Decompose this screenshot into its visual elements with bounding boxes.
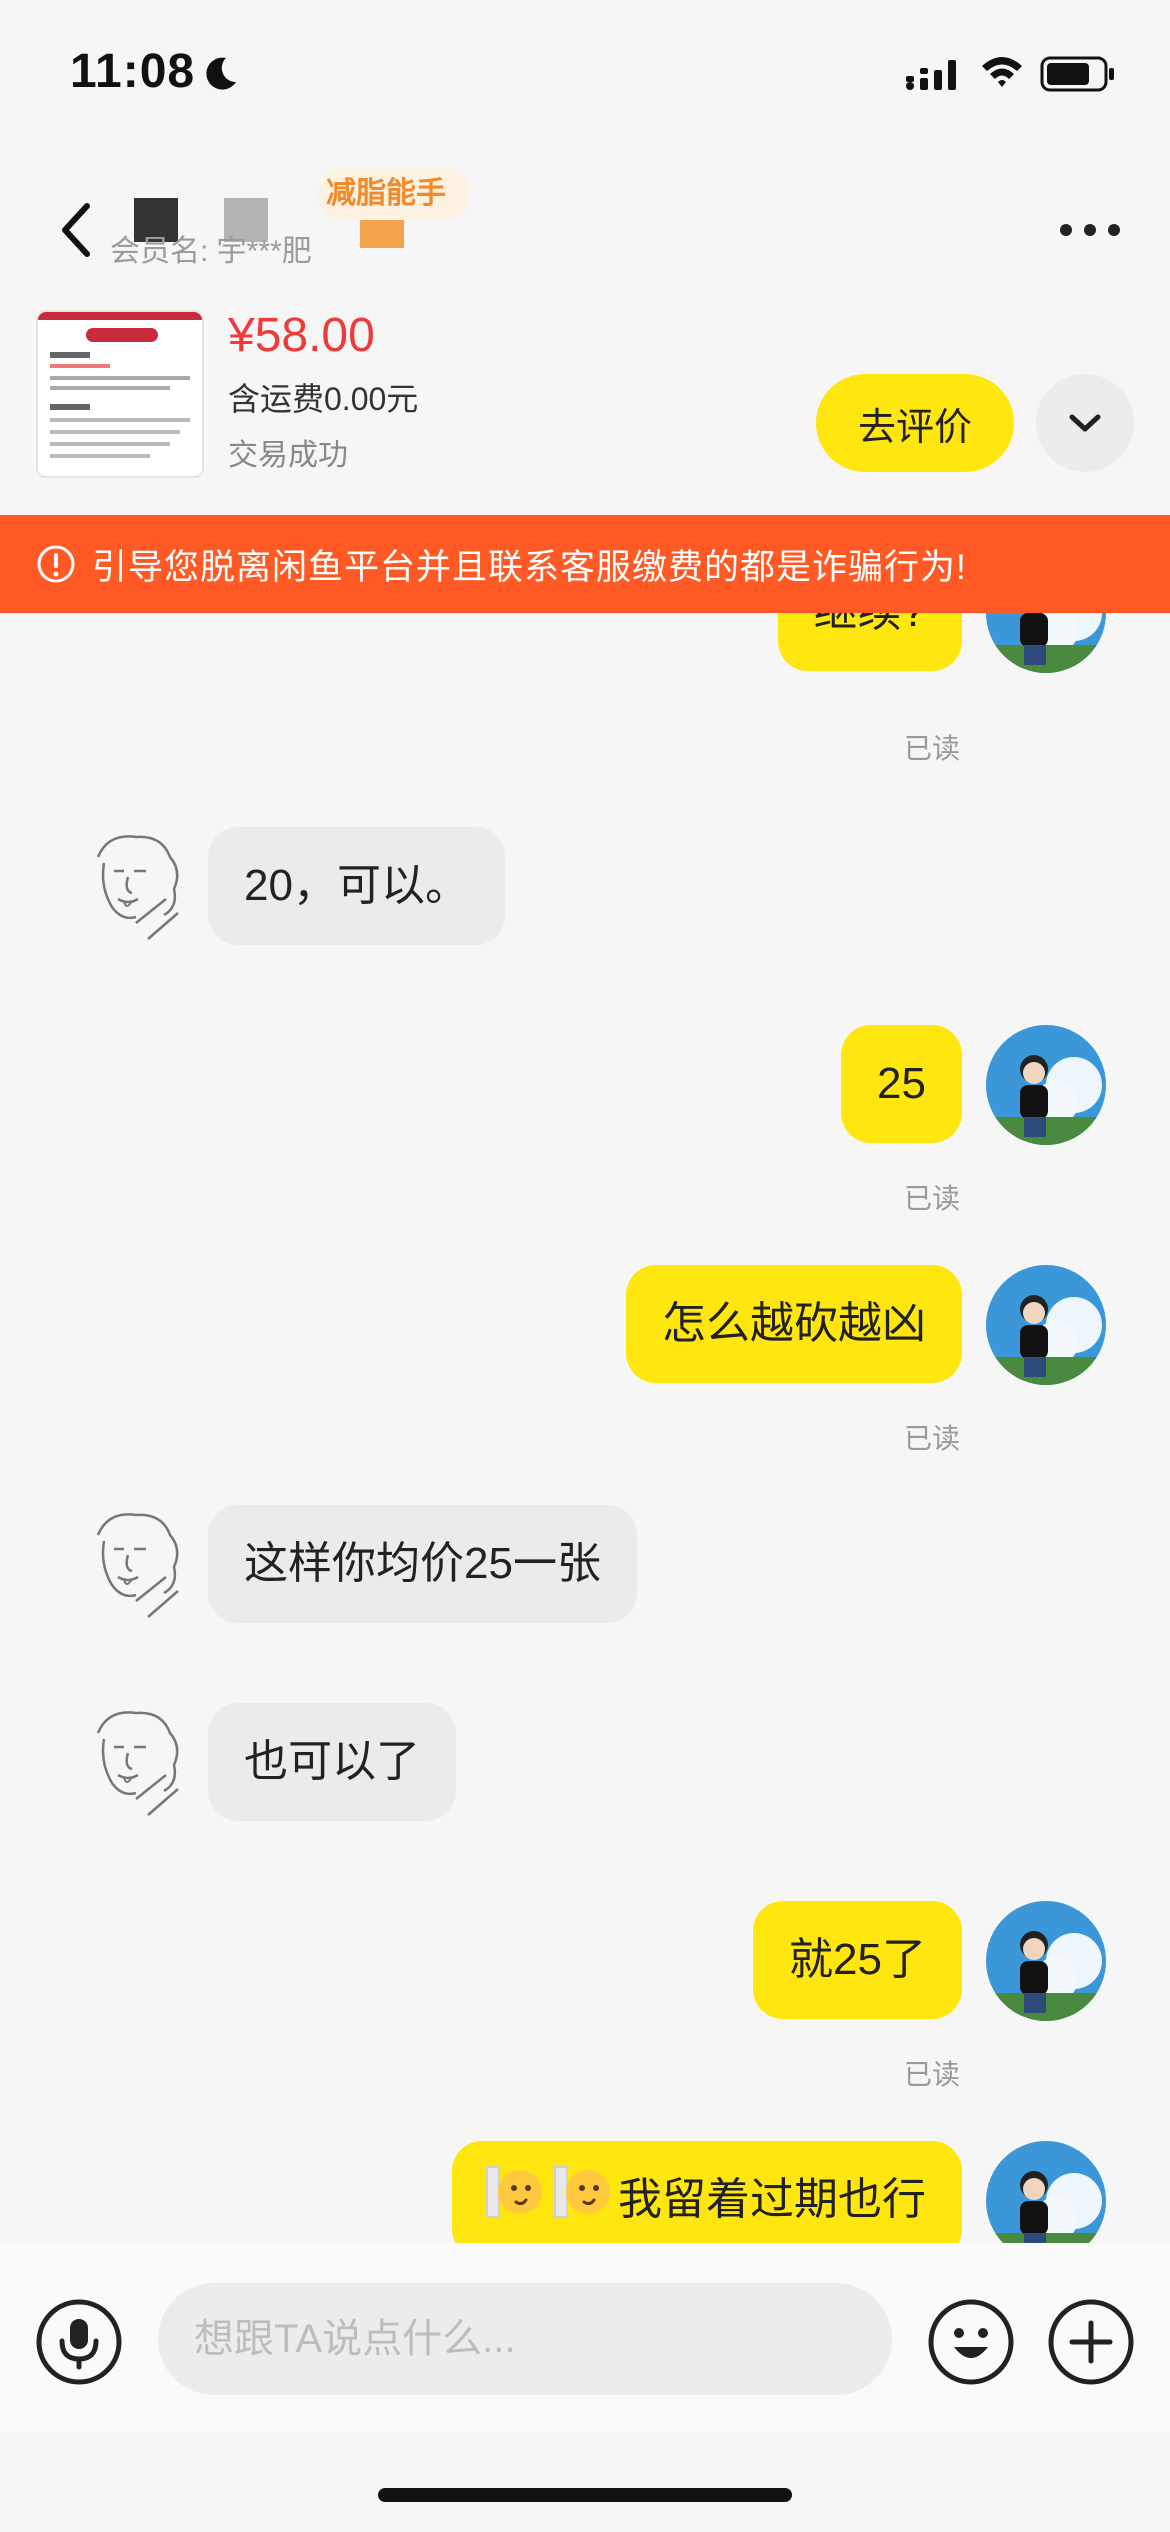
review-button[interactable]: 去评价 [816, 374, 1014, 472]
more-button[interactable] [1050, 200, 1130, 260]
microphone-icon [36, 2299, 122, 2385]
my-avatar-image [986, 613, 1106, 673]
message-row: 继续? 已读 [0, 613, 1170, 764]
my-avatar[interactable] [986, 613, 1106, 673]
message-bubble-outgoing[interactable]: 继续? [777, 613, 962, 671]
document-thumbnail-graphic [38, 312, 202, 476]
peek-emoji-icon [554, 2166, 610, 2218]
chat-message-list[interactable]: 继续? 已读 20，可以。 25 [0, 613, 1170, 2243]
warning-text: 引导您脱离闲鱼平台并且联系客服缴费的都是诈骗行为! [92, 547, 967, 587]
product-price: ¥58.00 [228, 309, 375, 362]
emoji-button[interactable] [928, 2299, 1014, 2385]
my-avatar-image [986, 2141, 1106, 2243]
home-indicator[interactable] [378, 2488, 792, 2502]
message-input-bar [0, 2243, 1170, 2433]
more-options-button[interactable] [1048, 2299, 1134, 2385]
my-avatar-image [986, 1025, 1106, 1145]
member-name: 会员名: 宇***肥 [110, 235, 312, 268]
read-receipt: 已读 [904, 1423, 961, 1454]
product-thumbnail[interactable] [36, 310, 204, 478]
product-card[interactable]: ¥58.00 含运费0.00元 交易成功 去评价 [0, 300, 1170, 515]
wifi-icon [982, 57, 1022, 87]
my-avatar[interactable] [986, 1901, 1106, 2021]
message-row: 就25了 已读 [0, 1901, 1170, 2090]
message-row: 这样你均价25一张 [0, 1505, 1170, 1635]
read-receipt: 已读 [904, 2059, 961, 2090]
message-text: 我留着过期也行 [618, 2175, 926, 2224]
status-time: 11:08 [70, 45, 196, 98]
my-avatar[interactable] [986, 2141, 1106, 2243]
trade-status: 交易成功 [228, 439, 348, 472]
warning-icon [37, 545, 75, 583]
read-receipt: 已读 [904, 1183, 961, 1214]
sketch-face-avatar-image [96, 835, 179, 940]
peek-emoji-icon [486, 2166, 542, 2218]
message-bubble-incoming[interactable]: 也可以了 [208, 1703, 456, 1821]
message-row: 25 已读 [0, 1025, 1170, 1214]
fraud-warning-banner: 引导您脱离闲鱼平台并且联系客服缴费的都是诈骗行为! [0, 515, 1170, 613]
seller-avatar[interactable] [78, 1703, 198, 1823]
more-dots-icon [1060, 224, 1120, 236]
message-bubble-incoming[interactable]: 20，可以。 [208, 827, 505, 945]
chat-header: 减脂能手 会员名: 宇***肥 [0, 150, 1170, 300]
message-row: 20，可以。 [0, 827, 1170, 957]
my-avatar-image [986, 1901, 1106, 2021]
sketch-face-avatar-image [96, 1711, 179, 1816]
message-bubble-outgoing[interactable]: 怎么越砍越凶 [626, 1265, 962, 1383]
message-row: 我留着过期也行 [0, 2141, 1170, 2243]
moon-icon [206, 57, 236, 90]
my-avatar-image [986, 1265, 1106, 1385]
seller-avatar[interactable] [78, 1505, 198, 1625]
sketch-face-avatar-image [96, 1513, 179, 1618]
message-input[interactable] [158, 2283, 892, 2395]
my-avatar[interactable] [986, 1265, 1106, 1385]
my-avatar[interactable] [986, 1025, 1106, 1145]
status-bar: 11:08 [0, 0, 1170, 150]
read-receipt: 已读 [904, 733, 961, 764]
voice-input-button[interactable] [36, 2299, 122, 2385]
back-button[interactable] [40, 180, 110, 280]
smiley-icon [928, 2299, 1014, 2385]
message-bubble-outgoing[interactable]: 25 [841, 1025, 962, 1143]
chevron-down-icon [1069, 414, 1101, 432]
battery-icon [1040, 56, 1114, 92]
signal-icon [906, 60, 956, 90]
seller-avatar[interactable] [78, 827, 198, 947]
message-bubble-outgoing[interactable]: 就25了 [753, 1901, 962, 2019]
expand-button[interactable] [1036, 374, 1134, 472]
message-bubble-outgoing[interactable]: 我留着过期也行 [452, 2141, 962, 2243]
message-row: 也可以了 [0, 1703, 1170, 1833]
message-bubble-incoming[interactable]: 这样你均价25一张 [208, 1505, 637, 1623]
plus-icon [1048, 2299, 1134, 2385]
seller-badge: 减脂能手 [318, 168, 470, 220]
message-row: 怎么越砍越凶 已读 [0, 1265, 1170, 1454]
chevron-left-icon [62, 203, 90, 257]
product-shipping: 含运费0.00元 [228, 381, 419, 417]
